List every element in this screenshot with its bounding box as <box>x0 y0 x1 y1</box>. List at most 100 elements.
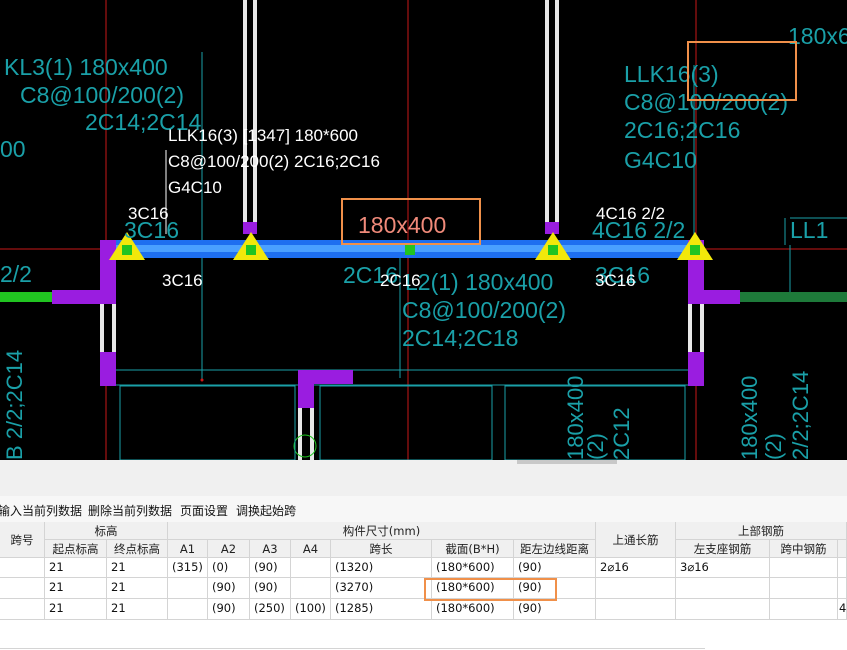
kl2-name-label: L2(1) 180x400 <box>405 269 553 295</box>
horizontal-scrollbar-thumb[interactable] <box>517 460 617 464</box>
beam-title-label: LLK16(3) [1347] 180*600 <box>168 126 358 145</box>
vertical-left-label: B 2/2;2C14 <box>2 350 27 460</box>
row3-span-length[interactable]: (1285) <box>331 599 432 620</box>
insert-column-button[interactable]: 输入当前列数据 <box>0 502 82 519</box>
header-elevation: 标高 <box>45 522 168 540</box>
vertical-mid-stirrup-label: (2) <box>583 433 608 460</box>
header-a3: A3 <box>250 540 291 558</box>
kl3-stirrup-label: C8@100/200(2) <box>20 82 184 108</box>
row3-span-no[interactable] <box>0 599 45 620</box>
right-wall-horizontal <box>688 290 740 304</box>
beam-table-panel: 输入当前列数据 删除当前列数据 页面设置 调换起始跨 跨号 标高 构件尺寸(mm… <box>0 460 847 650</box>
beam-side-label: G4C10 <box>168 178 222 197</box>
table-empty-area <box>0 620 847 650</box>
row2-a1[interactable] <box>168 578 208 599</box>
bottom-mid-label: 2C16 <box>380 271 421 290</box>
cad-drawing-canvas[interactable]: KL3(1) 180x400 C8@100/200(2) 2C14;2C14 0… <box>0 0 847 460</box>
row1-end-elev[interactable]: 21 <box>107 558 168 578</box>
row2-start-elev[interactable]: 21 <box>45 578 107 599</box>
row2-top-through[interactable] <box>596 578 676 599</box>
row2-a3[interactable]: (90) <box>250 578 291 599</box>
panel-scroll-area[interactable] <box>0 460 847 497</box>
row3-a2[interactable]: (90) <box>208 599 250 620</box>
support-node-4 <box>690 245 700 255</box>
header-start-elevation: 起点标高 <box>45 540 107 558</box>
row3-mid-span[interactable] <box>770 599 838 620</box>
right-wall-lower-inner <box>692 304 700 354</box>
row1-a2[interactable]: (0) <box>208 558 250 578</box>
row2-overflow[interactable] <box>838 578 847 599</box>
vertical-right-bars-label: 2/2;2C14 <box>788 371 813 460</box>
beam-stirrup-label: C8@100/200(2) 2C16;2C16 <box>168 152 380 171</box>
header-section: 截面(B*H) <box>432 540 514 558</box>
header-dimensions: 构件尺寸(mm) <box>168 522 596 540</box>
row1-start-elev[interactable]: 21 <box>45 558 107 578</box>
row1-edge-distance[interactable]: (90) <box>514 558 596 578</box>
row2-a2[interactable]: (90) <box>208 578 250 599</box>
row1-span-no[interactable] <box>0 558 45 578</box>
right-green-beam <box>740 292 847 302</box>
llk16-bars-label: 2C16;2C16 <box>624 117 740 143</box>
header-a2: A2 <box>208 540 250 558</box>
main-beam-inner <box>106 245 698 252</box>
highlight-box-section-size <box>341 198 481 245</box>
page-setup-button[interactable]: 页面设置 <box>180 502 228 519</box>
swap-start-span-button[interactable]: 调换起始跨 <box>236 502 296 519</box>
vertical-right-size-label: 180x400 <box>737 376 762 460</box>
row1-a4[interactable] <box>291 558 331 578</box>
header-top-through: 上通长筋 <box>596 522 676 558</box>
row1-mid-span[interactable] <box>770 558 838 578</box>
left-green-beam <box>0 292 52 302</box>
room-outline <box>119 385 296 460</box>
header-span-length: 跨长 <box>331 540 432 558</box>
column-upper-left-inner <box>247 0 253 232</box>
row2-mid-span[interactable] <box>770 578 838 599</box>
row1-span-length[interactable]: (1320) <box>331 558 432 578</box>
support-node-3 <box>548 245 558 255</box>
row3-a4[interactable]: (100) <box>291 599 331 620</box>
header-mid-span: 跨中钢筋 <box>770 540 838 558</box>
vertical-right-stirrup-label: (2) <box>761 433 786 460</box>
row3-a3[interactable]: (250) <box>250 599 291 620</box>
bottom-right-label: 3C16 <box>595 271 636 290</box>
row1-top-through[interactable]: 2⌀16 <box>596 558 676 578</box>
table-toolbar: 输入当前列数据 删除当前列数据 页面设置 调换起始跨 <box>0 496 847 523</box>
row2-end-elev[interactable]: 21 <box>107 578 168 599</box>
row3-top-through[interactable] <box>596 599 676 620</box>
vertical-mid-bars-label: 2C12 <box>609 407 634 460</box>
mid-column-lower-inner <box>302 408 310 460</box>
row1-left-support[interactable]: 3⌀16 <box>676 558 770 578</box>
beam-data-table: 跨号 标高 构件尺寸(mm) 上通长筋 上部钢筋 起点标高 终点标高 A1 A2… <box>0 522 847 650</box>
row3-section[interactable]: (180*600) <box>432 599 514 620</box>
row2-left-support[interactable] <box>676 578 770 599</box>
row3-edge-distance[interactable]: (90) <box>514 599 596 620</box>
header-end-elevation: 终点标高 <box>107 540 168 558</box>
header-top-rebar: 上部钢筋 <box>676 522 847 540</box>
row2-span-length[interactable]: (3270) <box>331 578 432 599</box>
header-a4: A4 <box>291 540 331 558</box>
row2-span-no[interactable] <box>0 578 45 599</box>
row3-left-support[interactable] <box>676 599 770 620</box>
support-right-label: 4C16 2/2 <box>596 204 665 223</box>
row3-overflow[interactable]: 4 <box>838 599 847 620</box>
kl2-bars-label: 2C14;2C18 <box>402 325 518 351</box>
header-span-no: 跨号 <box>0 522 45 558</box>
support-left-label: 3C16 <box>128 204 169 223</box>
row3-start-elev[interactable]: 21 <box>45 599 107 620</box>
row2-a4[interactable] <box>291 578 331 599</box>
row1-a1[interactable]: (315) <box>168 558 208 578</box>
column-upper-right-inner <box>549 0 555 232</box>
llk16-side-label: G4C10 <box>624 147 697 173</box>
row3-a1[interactable] <box>168 599 208 620</box>
row1-a3[interactable]: (90) <box>250 558 291 578</box>
kl2-stirrup-label: C8@100/200(2) <box>402 297 566 323</box>
point-marker <box>200 378 204 382</box>
row3-end-elev[interactable]: 21 <box>107 599 168 620</box>
header-overflow <box>838 540 847 558</box>
delete-column-button[interactable]: 删除当前列数据 <box>88 502 172 519</box>
highlight-box-llk16-size <box>687 41 797 101</box>
row1-section[interactable]: (180*600) <box>432 558 514 578</box>
support-node-2 <box>246 245 256 255</box>
left-edge-label: 00 <box>0 136 26 162</box>
row1-overflow[interactable] <box>838 558 847 578</box>
